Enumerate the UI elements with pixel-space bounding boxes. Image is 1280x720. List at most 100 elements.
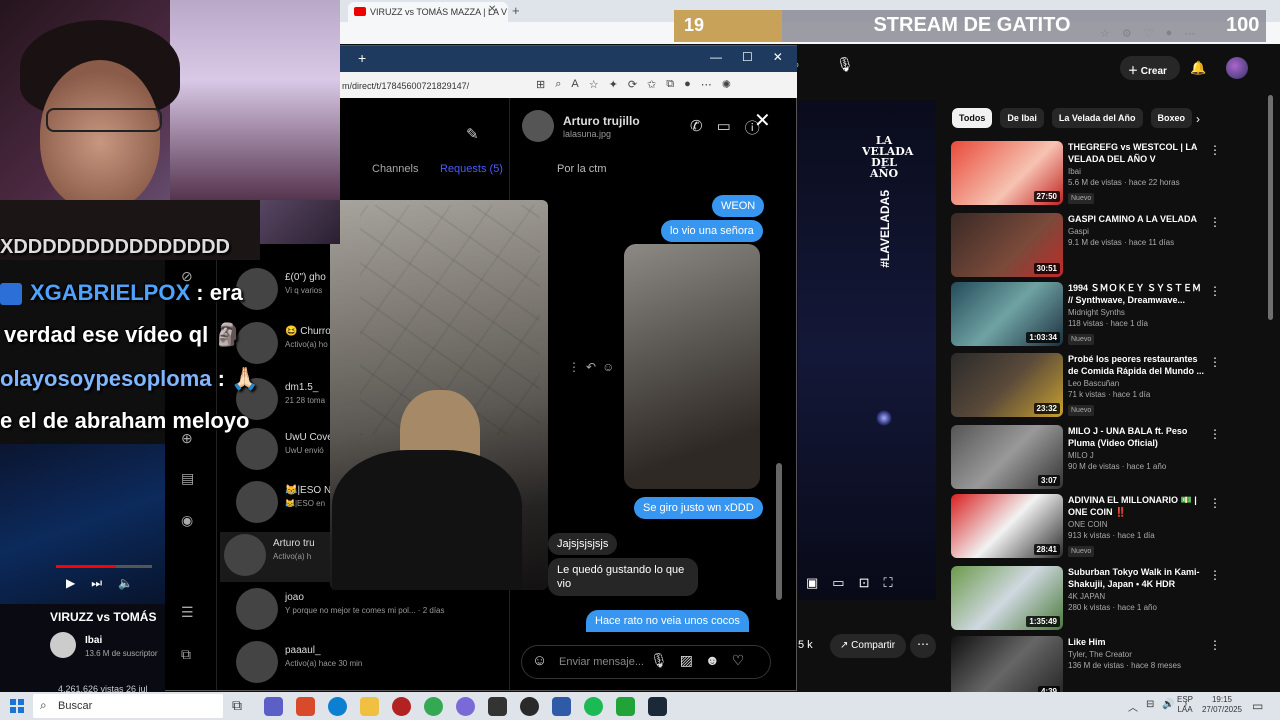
create-button[interactable]: ＋ Crear: [1120, 56, 1180, 80]
close-icon[interactable]: ✕: [754, 108, 771, 133]
more-vert-icon[interactable]: ⋮: [1209, 355, 1221, 369]
favorites-icon[interactable]: ✩: [647, 78, 656, 91]
video-item[interactable]: 4:39 Like Him Tyler, The Creator 136 M de v…: [951, 636, 1231, 700]
theater-icon[interactable]: ▭: [832, 575, 844, 591]
chip-todos[interactable]: Todos: [952, 108, 993, 128]
more-apps-icon[interactable]: ⧉: [181, 646, 191, 663]
conversation-item[interactable]: joao Y porque no mejor te comes mi pol...…: [232, 586, 502, 636]
close-tab-icon[interactable]: ✕: [488, 4, 496, 15]
chevron-up-icon[interactable]: ︿: [1128, 699, 1138, 714]
sticker-icon[interactable]: ☻: [705, 652, 720, 669]
profile-icon[interactable]: ●: [684, 78, 691, 91]
video-title[interactable]: Suburban Tokyo Walk in Kami-Shakujii, Ja…: [1068, 566, 1208, 590]
mini-player-channel[interactable]: Ibai: [85, 635, 102, 646]
video-channel[interactable]: Midnight Synths: [1068, 308, 1208, 317]
video-thumbnail[interactable]: 30:51: [951, 213, 1063, 277]
opera-icon[interactable]: [392, 697, 411, 716]
video-item[interactable]: 30:51 GASPI CAMINO A LA VELADA Gaspi 9.1 M …: [951, 213, 1231, 277]
conversation-item[interactable]: paaaul_ Activo(a) hace 30 min: [232, 639, 502, 689]
mic-icon[interactable]: 🎙: [836, 56, 858, 78]
video-call-icon[interactable]: ▭: [717, 117, 731, 138]
video-item[interactable]: 28:41 ADIVINA EL MILLONARIO 💵 | ONE COIN …: [951, 494, 1231, 558]
video-channel[interactable]: Leo Bascuñan: [1068, 379, 1208, 388]
refresh-icon[interactable]: ⟳: [628, 78, 637, 91]
volume-icon[interactable]: 🔈: [118, 576, 133, 591]
video-title[interactable]: THEGREFG vs WESTCOL | LA VELADA DEL AÑO …: [1068, 141, 1208, 165]
avatar[interactable]: [50, 632, 76, 658]
app-icon[interactable]: [296, 697, 315, 716]
video-thumbnail[interactable]: 23:32: [951, 353, 1063, 417]
new-tab-icon[interactable]: +: [512, 3, 520, 18]
phone-icon[interactable]: ✆: [690, 117, 703, 138]
video-title[interactable]: GASPI CAMINO A LA VELADA: [1068, 213, 1208, 225]
chrome-icon[interactable]: [424, 697, 443, 716]
video-channel[interactable]: Gaspi: [1068, 227, 1208, 236]
share-button[interactable]: ↗ Compartir: [830, 634, 906, 658]
extension-icon[interactable]: ✦: [609, 78, 618, 91]
clock[interactable]: 19:15 27/07/2025: [1200, 695, 1244, 715]
dashboard-icon[interactable]: ▤: [181, 470, 194, 487]
notification-icon[interactable]: ▭: [1252, 699, 1263, 713]
fullscreen-icon[interactable]: ⛶: [884, 575, 893, 591]
chip-de-ibai[interactable]: De Ibai: [1000, 108, 1044, 128]
taskbar-search[interactable]: Buscar: [33, 694, 223, 718]
chevron-right-icon[interactable]: ›: [1196, 112, 1200, 126]
next-icon[interactable]: ⏭: [91, 576, 102, 591]
steam-icon[interactable]: [648, 697, 667, 716]
image-icon[interactable]: ▨: [680, 652, 693, 669]
minimize-icon[interactable]: —: [710, 50, 722, 64]
video-channel[interactable]: 4K JAPAN: [1068, 592, 1208, 601]
scrollbar[interactable]: [1268, 95, 1273, 320]
video-title[interactable]: Like Him: [1068, 636, 1208, 648]
video-channel[interactable]: Tyler, The Creator: [1068, 650, 1208, 659]
avatar[interactable]: [522, 110, 554, 142]
copilot-icon[interactable]: ✺: [722, 78, 731, 91]
like-count[interactable]: 5 k: [798, 635, 820, 657]
mini-progress-bar[interactable]: [56, 565, 152, 568]
thread-contact-name[interactable]: Arturo trujillo: [563, 114, 640, 128]
reply-icon[interactable]: ↶: [586, 360, 596, 374]
spotify-icon[interactable]: [584, 697, 603, 716]
tab-requests[interactable]: Requests (5): [440, 163, 503, 175]
heart-icon[interactable]: ♡: [732, 652, 745, 669]
youtube-tab[interactable]: VIRUZZ vs TOMÁS MAZZA | LA V: [348, 2, 508, 22]
apps-icon[interactable]: ⊞: [536, 78, 545, 91]
video-title[interactable]: MILO J - UNA BALA ft. Peso Pluma (Video …: [1068, 425, 1208, 449]
tab-channels[interactable]: Channels: [372, 163, 418, 175]
video-item[interactable]: 27:50 THEGREFG vs WESTCOL | LA VELADA DEL…: [951, 141, 1231, 205]
app-icon[interactable]: [552, 697, 571, 716]
windows-start-icon[interactable]: [10, 699, 24, 713]
menu-icon[interactable]: ⋯: [701, 78, 712, 91]
miniplayer-icon[interactable]: ▣: [806, 575, 818, 591]
close-icon[interactable]: ✕: [773, 50, 783, 64]
video-title[interactable]: 1994 ＳＭＯＫＥＹ ＳＹＳＴＥＭ // Synthwave, Dreamwa…: [1068, 282, 1208, 306]
play-icon[interactable]: ▶: [66, 576, 75, 591]
video-thumbnail[interactable]: 1:03:34: [951, 282, 1063, 346]
profile-icon[interactable]: ◉: [181, 512, 193, 529]
more-vert-icon[interactable]: ⋮: [1209, 496, 1221, 510]
maximize-icon[interactable]: ☐: [742, 50, 753, 64]
bell-icon[interactable]: 🔔: [1190, 60, 1206, 76]
video-thumbnail[interactable]: 4:39: [951, 636, 1063, 700]
star-icon[interactable]: ☆: [589, 78, 599, 91]
video-channel[interactable]: ONE COIN: [1068, 520, 1208, 529]
read-aloud-icon[interactable]: A: [571, 78, 578, 91]
video-title[interactable]: Probé los peores restaurantes de Comida …: [1068, 353, 1208, 377]
scrollbar[interactable]: [776, 463, 782, 600]
mic-icon[interactable]: 🎙: [650, 652, 668, 669]
video-thumbnail[interactable]: 28:41: [951, 494, 1063, 558]
video-title[interactable]: ADIVINA EL MILLONARIO 💵 | ONE COIN ‼️: [1068, 494, 1208, 518]
video-item[interactable]: 23:32 Probé los peores restaurantes de Co…: [951, 353, 1231, 417]
network-icon[interactable]: ⊟: [1146, 699, 1154, 714]
emoji-icon[interactable]: ☺: [602, 360, 614, 374]
task-view-icon[interactable]: ⧉: [232, 697, 251, 716]
avatar[interactable]: [1226, 57, 1248, 79]
chip-boxeo[interactable]: Boxeo: [1150, 108, 1193, 128]
zoom-icon[interactable]: ⌕: [555, 78, 561, 91]
hamburger-menu-icon[interactable]: ☰: [181, 604, 194, 621]
new-tab-icon[interactable]: +: [358, 50, 366, 66]
app-icon[interactable]: [616, 697, 635, 716]
volume-icon[interactable]: 🔊: [1162, 699, 1174, 714]
video-item[interactable]: 1:35:49 Suburban Tokyo Walk in Kami-Shaku…: [951, 566, 1231, 630]
video-channel[interactable]: Ibai: [1068, 167, 1208, 176]
